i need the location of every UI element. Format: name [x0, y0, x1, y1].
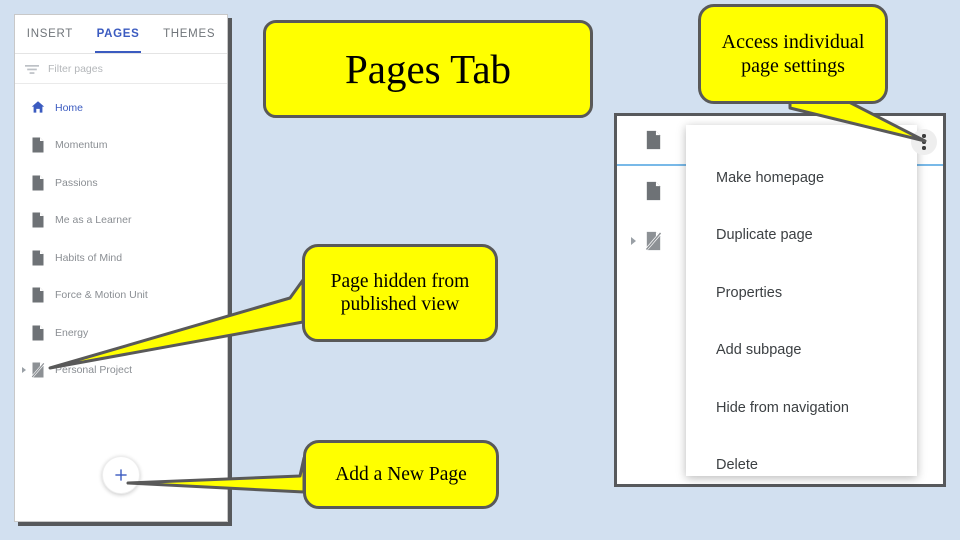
page-list-item-passions[interactable]: Passions [15, 164, 227, 202]
page-icon [31, 212, 45, 228]
page-list-item-home[interactable]: Home [15, 89, 227, 127]
filter-icon [25, 63, 39, 75]
tab-themes-label: THEMES [163, 28, 216, 40]
home-icon [31, 100, 45, 116]
page-icon [31, 325, 45, 341]
panel-tabbar: INSERT PAGES THEMES [15, 15, 227, 54]
menu-item-delete[interactable]: Delete [686, 437, 917, 495]
page-list-item-personal-project[interactable]: Personal Project [15, 352, 227, 390]
more-vert-icon[interactable] [911, 129, 937, 155]
tab-insert[interactable]: INSERT [25, 15, 75, 53]
page-list-item-label: Home [55, 101, 84, 114]
expand-triangle-icon[interactable] [22, 367, 26, 374]
page-icon [31, 287, 45, 303]
menu-item-make-homepage[interactable]: Make homepage [686, 149, 917, 207]
page-list-item-label: Force & Motion Unit [55, 289, 148, 302]
page-icon [31, 250, 45, 266]
page-list-item-label: Personal Project [55, 364, 133, 377]
add-page-button[interactable] [102, 456, 140, 494]
page-list-item-label: Me as a Learner [55, 214, 132, 227]
page-hidden-icon [30, 362, 46, 379]
callout-access-settings: Access individual page settings [698, 4, 888, 104]
callout-pages-tab-text: Pages Tab [344, 46, 512, 92]
tab-pages[interactable]: PAGES [94, 15, 142, 53]
page-list-item-force-and-motion-unit[interactable]: Force & Motion Unit [15, 277, 227, 315]
plus-icon [115, 469, 127, 481]
page-icon [645, 181, 662, 201]
page-list-item-me-as-a-learner[interactable]: Me as a Learner [15, 202, 227, 240]
expand-triangle-icon[interactable] [631, 237, 636, 245]
page-list-item-label: Energy [55, 326, 89, 339]
page-list-item-label: Passions [55, 176, 98, 189]
callout-pages-tab: Pages Tab [263, 20, 593, 118]
tab-themes[interactable]: THEMES [161, 15, 217, 53]
menu-item-duplicate-page[interactable]: Duplicate page [686, 207, 917, 265]
page-hidden-icon [644, 231, 663, 251]
page-list-item-momentum[interactable]: Momentum [15, 127, 227, 165]
menu-item-add-subpage[interactable]: Add subpage [686, 322, 917, 380]
page-list-item-label: Habits of Mind [55, 251, 123, 264]
tab-insert-label: INSERT [26, 28, 73, 40]
page-context-menu: Make homepage Duplicate page Properties … [686, 125, 917, 476]
page-list-item-habits-of-mind[interactable]: Habits of Mind [15, 239, 227, 277]
filter-pages-placeholder: Filter pages [48, 62, 103, 75]
menu-item-properties[interactable]: Properties [686, 264, 917, 322]
callout-page-hidden-text: Page hidden from published view [330, 270, 470, 315]
callout-add-new-page-text: Add a New Page [335, 463, 467, 485]
callout-add-new-page: Add a New Page [303, 440, 499, 509]
pages-panel: INSERT PAGES THEMES Filter pages Home Mo… [14, 14, 228, 522]
page-settings-panel: Make homepage Duplicate page Properties … [614, 113, 946, 487]
tab-pages-label: PAGES [96, 28, 140, 40]
filter-pages-row[interactable]: Filter pages [15, 54, 227, 84]
page-icon [31, 175, 45, 191]
page-list-item-label: Momentum [55, 139, 108, 152]
page-list-item-energy[interactable]: Energy [15, 314, 227, 352]
page-icon [645, 130, 662, 150]
page-icon [31, 137, 45, 153]
callout-access-settings-text: Access individual page settings [721, 30, 865, 77]
callout-page-hidden: Page hidden from published view [302, 244, 498, 342]
page-list: Home Momentum Passions Me as a Learner H… [15, 84, 227, 389]
menu-item-hide-from-navigation[interactable]: Hide from navigation [686, 379, 917, 437]
